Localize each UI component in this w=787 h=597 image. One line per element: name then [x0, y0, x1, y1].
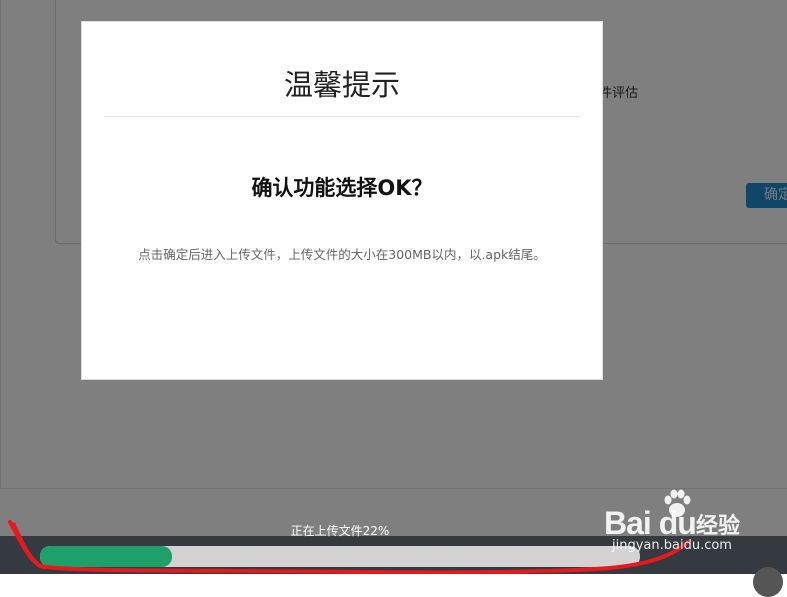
dialog-title: 温馨提示 — [283, 68, 400, 102]
dialog-message: 点击确定后进入上传文件，上传文件的大小在300MB以内，以.apk结尾。 — [138, 247, 546, 262]
dialog-heading: 确认功能选择OK？ — [251, 176, 433, 200]
paw-icon — [664, 489, 691, 517]
confirm-dialog: 温馨提示 确认功能选择OK？ 点击确定后进入上传文件，上传文件的大小在300MB… — [81, 21, 603, 380]
dialog-divider — [105, 116, 580, 117]
upload-progress-track — [40, 546, 640, 567]
baidu-jingyan-watermark: Bai du 经验 jingyan.baidu.com — [604, 487, 784, 557]
watermark-url: jingyan.baidu.com — [612, 538, 732, 553]
upload-status-text: 正在上传文件22% — [290, 524, 390, 538]
upload-progress-fill — [40, 546, 172, 567]
corner-scroll-icon[interactable] — [753, 567, 783, 597]
watermark-chinese: 经验 — [696, 514, 741, 539]
